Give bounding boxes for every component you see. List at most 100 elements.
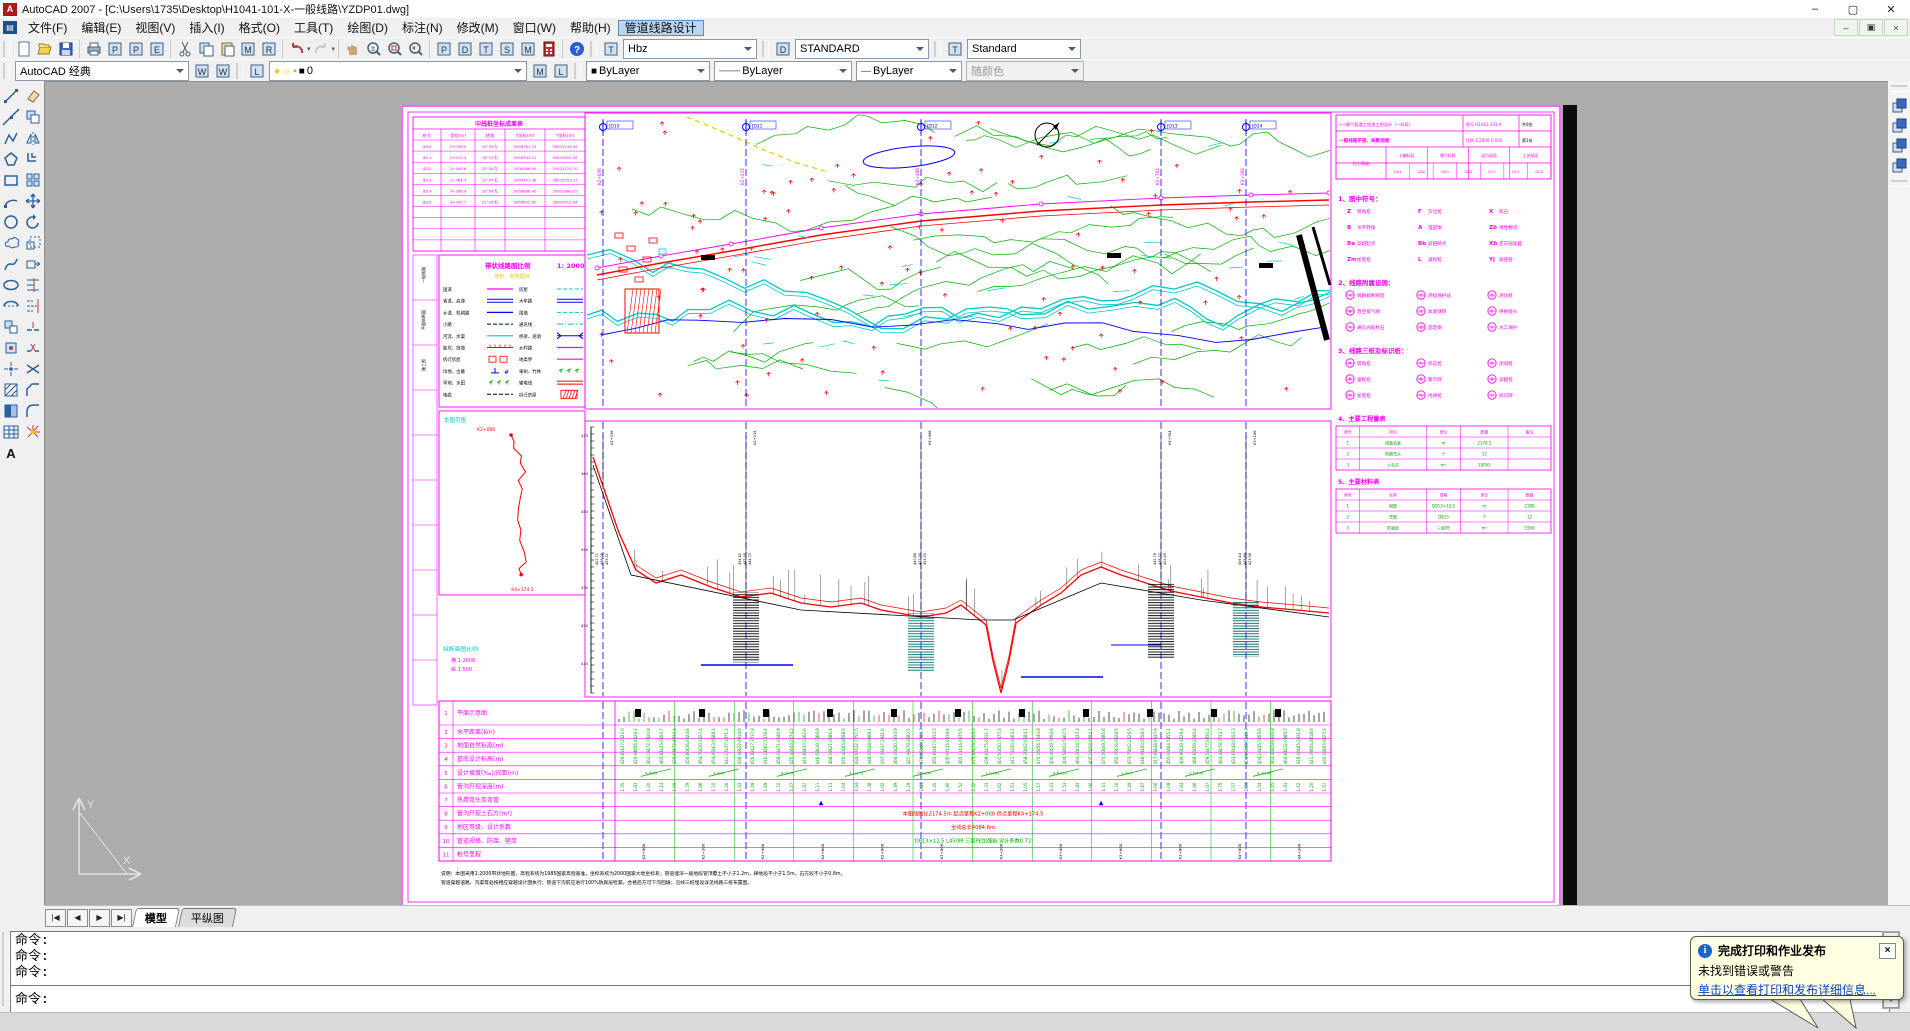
insert-block-button[interactable] xyxy=(0,317,21,337)
polyline-button[interactable] xyxy=(0,128,21,148)
color-select[interactable]: ■ByLayer xyxy=(586,61,710,81)
dim-style-manager-button[interactable]: D xyxy=(772,39,793,59)
text-style-select[interactable]: Hbz xyxy=(623,39,757,59)
rotate-button[interactable] xyxy=(22,212,43,232)
polygon-button[interactable] xyxy=(0,149,21,169)
explode-button[interactable] xyxy=(22,422,43,442)
circle-button[interactable] xyxy=(0,212,21,232)
plot-button[interactable] xyxy=(83,39,104,59)
menu-修改[interactable]: 修改(M) xyxy=(450,20,506,36)
scale-button[interactable] xyxy=(22,233,43,253)
make-block-button[interactable] xyxy=(0,338,21,358)
tab-nav-next-button[interactable]: ▶ xyxy=(89,909,110,927)
plot-preview-button[interactable]: P xyxy=(104,39,125,59)
tab-模型[interactable]: 模型 xyxy=(132,908,180,927)
child-close-button[interactable]: × xyxy=(1884,19,1908,36)
balloon-close-icon[interactable]: × xyxy=(1879,943,1896,959)
layer-manager-button[interactable]: L xyxy=(246,61,267,81)
menu-pipeline-design-plugin[interactable]: 管道线路设计 xyxy=(618,20,704,36)
point-button[interactable] xyxy=(0,359,21,379)
menu-工具[interactable]: 工具(T) xyxy=(287,20,340,36)
toolpalettes-button[interactable]: T xyxy=(475,39,496,59)
send-under-objects-button[interactable] xyxy=(1888,156,1909,176)
menu-文件[interactable]: 文件(F) xyxy=(21,20,74,36)
linetype-select[interactable]: ───ByLayer xyxy=(714,61,852,81)
refedit-button[interactable]: R xyxy=(258,39,279,59)
copy-button[interactable] xyxy=(195,39,216,59)
menu-编辑[interactable]: 编辑(E) xyxy=(74,20,128,36)
match-properties-button[interactable]: M xyxy=(237,39,258,59)
table-style-manager-button[interactable]: T xyxy=(944,39,965,59)
zoom-realtime-button[interactable]: ± xyxy=(363,39,384,59)
tab-nav-prev-button[interactable]: ◀ xyxy=(67,909,88,927)
balloon-details-link[interactable]: 单击以查看打印和发布详细信息... xyxy=(1698,981,1896,998)
hatch-button[interactable] xyxy=(0,380,21,400)
etransmit-button[interactable]: E xyxy=(146,39,167,59)
publish-button[interactable]: P xyxy=(125,39,146,59)
close-button[interactable]: ✕ xyxy=(1872,0,1910,18)
extend-button[interactable] xyxy=(22,296,43,316)
help-button[interactable]: ? xyxy=(566,39,587,59)
menu-格式[interactable]: 格式(O) xyxy=(232,20,287,36)
drawing-canvas[interactable]: 中线桩坐标成果表桩号里程(m)转角X坐标(m)Y坐标(m)JD102+036.5… xyxy=(44,81,1889,906)
text-style-manager-button[interactable]: T xyxy=(600,39,621,59)
workspace-select[interactable]: AutoCAD 经典 xyxy=(15,61,189,81)
menu-视图[interactable]: 视图(V) xyxy=(128,20,182,36)
tab-平纵图[interactable]: 平纵图 xyxy=(178,908,237,927)
line-button[interactable] xyxy=(0,86,21,106)
mirror-button[interactable] xyxy=(22,128,43,148)
make-object-layer-current-button[interactable]: M xyxy=(529,61,550,81)
erase-button[interactable] xyxy=(22,86,43,106)
sheetset-button[interactable]: S xyxy=(496,39,517,59)
new-button[interactable] xyxy=(13,39,34,59)
paste-button[interactable] xyxy=(216,39,237,59)
child-minimize-button[interactable]: – xyxy=(1834,19,1858,36)
workspace-settings-button[interactable]: W xyxy=(191,61,212,81)
menu-窗口[interactable]: 窗口(W) xyxy=(506,20,563,36)
menu-绘图[interactable]: 绘图(D) xyxy=(340,20,395,36)
table-button[interactable] xyxy=(0,422,21,442)
tab-nav-first-button[interactable]: |◀ xyxy=(45,909,66,927)
trim-button[interactable] xyxy=(22,275,43,295)
zoom-previous-button[interactable] xyxy=(405,39,426,59)
fillet-button[interactable] xyxy=(22,401,43,421)
offset-button[interactable] xyxy=(22,149,43,169)
layer-select[interactable]: ●☼▪■0 xyxy=(269,61,527,81)
command-prompt-input[interactable]: 命令: xyxy=(10,985,1890,1013)
array-button[interactable] xyxy=(22,170,43,190)
revision-cloud-button[interactable] xyxy=(0,233,21,253)
markup-button[interactable]: M xyxy=(517,39,538,59)
multiline-text-button[interactable]: A xyxy=(0,443,21,463)
menu-插入[interactable]: 插入(I) xyxy=(182,20,231,36)
chamfer-button[interactable] xyxy=(22,380,43,400)
command-history[interactable]: 命令:命令:命令: xyxy=(10,931,1890,987)
cut-button[interactable] xyxy=(174,39,195,59)
menu-帮助[interactable]: 帮助(H) xyxy=(563,20,618,36)
gradient-button[interactable] xyxy=(0,401,21,421)
break-at-point-button[interactable] xyxy=(22,317,43,337)
dim-style-select[interactable]: STANDARD xyxy=(795,39,929,59)
break-button[interactable] xyxy=(22,338,43,358)
minimize-button[interactable]: – xyxy=(1796,0,1834,18)
qcalc-button[interactable] xyxy=(538,39,559,59)
arc-button[interactable] xyxy=(0,191,21,211)
command-window-grip[interactable] xyxy=(2,932,10,1006)
menu-标注[interactable]: 标注(N) xyxy=(395,20,450,36)
table-style-select[interactable]: Standard xyxy=(967,39,1081,59)
layer-previous-button[interactable]: L xyxy=(550,61,571,81)
rectangle-button[interactable] xyxy=(0,170,21,190)
bring-above-objects-button[interactable] xyxy=(1888,136,1909,156)
send-to-back-button[interactable] xyxy=(1888,116,1909,136)
plot-style-select[interactable]: 随颜色 xyxy=(966,61,1084,81)
stretch-button[interactable] xyxy=(22,254,43,274)
properties-button[interactable]: P xyxy=(433,39,454,59)
maximize-button[interactable]: ▢ xyxy=(1834,0,1872,18)
redo-dropdown-icon[interactable]: ▾ xyxy=(332,45,336,53)
ellipse-button[interactable] xyxy=(0,275,21,295)
zoom-window-button[interactable] xyxy=(384,39,405,59)
construction-line-button[interactable] xyxy=(0,107,21,127)
tab-nav-last-button[interactable]: ▶| xyxy=(111,909,132,927)
join-button[interactable] xyxy=(22,359,43,379)
redo-button[interactable] xyxy=(311,39,332,59)
spline-button[interactable] xyxy=(0,254,21,274)
